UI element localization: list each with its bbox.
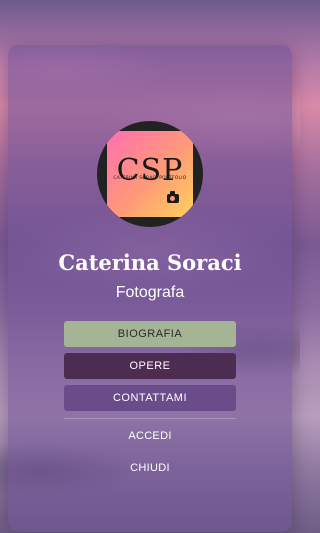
profile-role: Fotografa [115,284,185,301]
biografia-button[interactable]: BIOGRAFIA [64,321,236,347]
accedi-link[interactable]: ACCEDI [64,430,236,448]
logo: CSP CATERINA SORACI PORTFOLIO [97,121,203,227]
profile-name: Caterina Soraci [58,250,242,275]
logo-badge: CSP CATERINA SORACI PORTFOLIO [107,131,193,217]
menu-divider [64,418,236,419]
camera-icon [167,191,179,203]
opere-button[interactable]: OPERE [64,353,236,379]
logo-monogram: CSP [116,152,184,188]
contattami-button[interactable]: CONTATTAMI [64,385,236,411]
logo-subtitle: CATERINA SORACI PORTFOLIO [113,176,187,181]
chiudi-link[interactable]: CHIUDI [64,462,236,480]
